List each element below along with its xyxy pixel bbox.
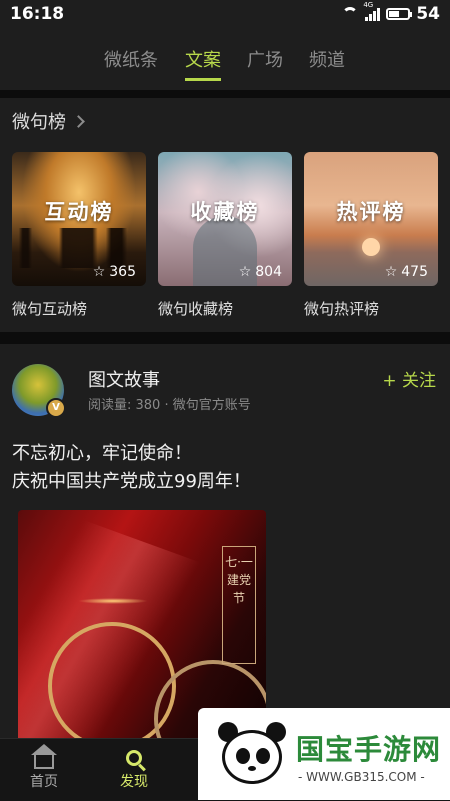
status-icons: 4G 54 [341, 1, 440, 24]
battery-percent: 54 [416, 4, 440, 24]
post-meta: 阅读量: 380 · 微句官方账号 [88, 398, 251, 413]
tab-guangchang[interactable]: 广场 [247, 46, 283, 72]
panda-eye [256, 748, 270, 764]
post-author-name[interactable]: 图文故事 [88, 366, 160, 392]
panda-eye [236, 748, 250, 764]
nav-item-discover[interactable]: 发现 [104, 745, 164, 791]
image-vertical-label: 七·一 建党节 [222, 546, 256, 664]
section-title: 微句榜 [12, 112, 66, 133]
home-icon [31, 744, 57, 769]
tab-label: 频道 [309, 50, 345, 71]
card-art-text: 互动榜 [44, 199, 114, 224]
nav-icon-wrap [104, 745, 164, 771]
ranking-card-hot-comments[interactable]: 热评榜 ☆ 475 微句热评榜 [304, 152, 438, 319]
top-tab-bar: 微纸条 文案 广场 频道 [0, 28, 450, 90]
active-tab-indicator [185, 78, 221, 81]
wifi-icon [341, 7, 359, 21]
panda-nose [248, 766, 256, 771]
search-icon [126, 750, 142, 766]
card-art-text: 热评榜 [336, 199, 406, 224]
star-count-value: 804 [255, 264, 282, 280]
battery-fill [389, 11, 400, 17]
star-count: ☆ 804 [239, 264, 282, 280]
ranking-card-image: 收藏榜 ☆ 804 [158, 152, 292, 286]
card-caption: 微句互动榜 [12, 300, 88, 318]
ranking-card-interaction[interactable]: 互动榜 ☆ 365 微句互动榜 [12, 152, 146, 319]
ranking-card-favorites[interactable]: 收藏榜 ☆ 804 微句收藏榜 [158, 152, 292, 319]
ranking-card-image: 互动榜 ☆ 365 [12, 152, 146, 286]
star-count: ☆ 365 [93, 264, 136, 280]
ranking-section-header[interactable]: 微句榜 [12, 108, 85, 134]
nav-label: 首页 [30, 774, 58, 790]
watermark-brand: 国宝手游网 [296, 733, 442, 766]
star-count-value: 365 [109, 264, 136, 280]
chevron-right-icon [72, 114, 85, 128]
star-count: ☆ 475 [385, 264, 428, 280]
nav-item-home[interactable]: 首页 [14, 744, 74, 791]
tab-label: 文案 [185, 50, 221, 71]
star-icon: ☆ [384, 264, 398, 280]
follow-button[interactable]: + 关注 [382, 366, 436, 391]
watermark-url: - WWW.GB315.COM - [298, 770, 425, 784]
avatar[interactable]: V [12, 364, 66, 418]
tab-pindao[interactable]: 频道 [309, 46, 345, 72]
star-count-value: 475 [401, 264, 428, 280]
sun-decoration [362, 238, 380, 256]
ranking-card-image: 热评榜 ☆ 475 [304, 152, 438, 286]
post-text-line: 庆祝中国共产党成立99周年！ [12, 471, 251, 492]
card-caption: 微句热评榜 [304, 300, 380, 318]
battery-icon [386, 8, 413, 20]
card-caption: 微句收藏榜 [158, 300, 234, 318]
star-icon: ☆ [92, 264, 106, 280]
panda-logo-icon [216, 722, 288, 788]
post-text[interactable]: 不忘初心，牢记使命！ 庆祝中国共产党成立99周年！ [12, 440, 251, 496]
tab-label: 广场 [247, 50, 283, 71]
nav-icon-wrap [14, 744, 74, 771]
tab-label: 微纸条 [104, 50, 158, 71]
silhouette-decoration [12, 228, 146, 268]
watermark-logo: 国宝手游网 - WWW.GB315.COM - [198, 708, 450, 800]
nav-label: 发现 [120, 774, 148, 790]
card-art-text: 收藏榜 [190, 199, 260, 224]
cellular-signal-icon: 4G [363, 1, 381, 21]
section-divider [0, 90, 450, 98]
tab-wenan[interactable]: 文案 [185, 46, 221, 81]
network-type-label: 4G [363, 1, 374, 9]
post-text-line: 不忘初心，牢记使命！ [12, 443, 192, 464]
section-divider [0, 332, 450, 344]
status-bar: 16:18 4G 54 [0, 0, 450, 28]
verified-badge-icon: V [46, 398, 66, 418]
tab-weizhitiao[interactable]: 微纸条 [104, 46, 158, 72]
panda-head [222, 730, 282, 784]
star-icon: ☆ [238, 264, 252, 280]
status-time: 16:18 [10, 4, 65, 24]
spark-decoration [78, 598, 148, 604]
